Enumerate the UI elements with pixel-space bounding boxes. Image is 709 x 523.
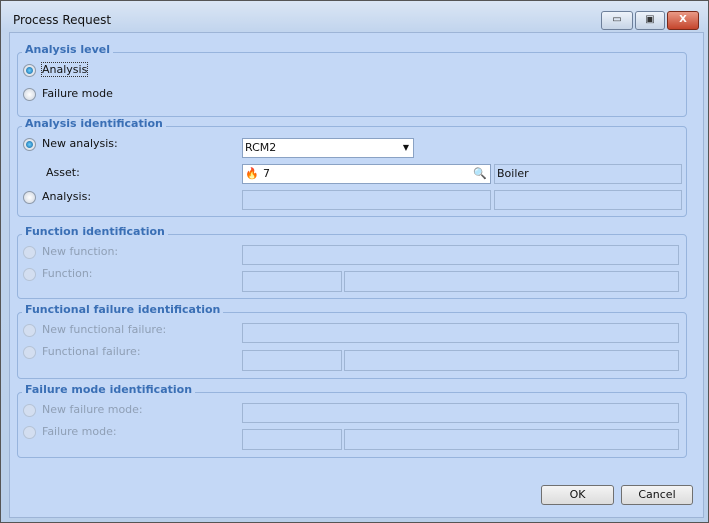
- failure-mode-label: Failure mode:: [42, 425, 117, 438]
- group-title: Analysis identification: [22, 117, 166, 130]
- group-title: Failure mode identification: [22, 383, 196, 396]
- analysis-radio[interactable]: [23, 64, 36, 77]
- new-functional-failure-label: New functional failure:: [42, 323, 167, 336]
- new-failure-mode-label: New failure mode:: [42, 403, 143, 416]
- failure-mode-existing-radio[interactable]: [23, 426, 36, 439]
- functional-failure-name-field: [344, 350, 679, 371]
- new-function-radio[interactable]: [23, 246, 36, 259]
- asset-name-field: Boiler: [494, 164, 682, 184]
- chevron-down-icon[interactable]: ▼: [403, 139, 409, 157]
- analysis-radio-label[interactable]: Analysis: [40, 62, 89, 77]
- failure-mode-code-field[interactable]: [242, 429, 342, 450]
- functional-failure-radio[interactable]: [23, 346, 36, 359]
- failure-mode-name-field: [344, 429, 679, 450]
- window-title: Process Request: [13, 13, 112, 27]
- process-request-dialog: Process Request ▭ ▣ X Analysis level Ana…: [0, 0, 709, 523]
- new-analysis-label: New analysis:: [42, 137, 118, 150]
- asset-input[interactable]: 🔥 7 🔍: [242, 164, 491, 184]
- new-failure-mode-field[interactable]: [242, 403, 679, 423]
- group-title: Function identification: [22, 225, 168, 238]
- analysis-name-field: [494, 190, 682, 210]
- group-title: Functional failure identification: [22, 303, 224, 316]
- failure-mode-radio-label[interactable]: Failure mode: [42, 87, 113, 100]
- cancel-button[interactable]: Cancel: [621, 485, 693, 505]
- function-code-field[interactable]: [242, 271, 342, 292]
- function-name-field: [344, 271, 679, 292]
- analysis-level-group: [17, 52, 687, 117]
- analysis-label: Analysis:: [42, 190, 92, 203]
- new-functional-failure-field[interactable]: [242, 323, 679, 343]
- minimize-button[interactable]: ▭: [601, 11, 633, 30]
- new-function-label: New function:: [42, 245, 119, 258]
- group-title: Analysis level: [22, 43, 114, 56]
- failure-mode-radio[interactable]: [23, 88, 36, 101]
- function-radio[interactable]: [23, 268, 36, 281]
- functional-failure-code-field[interactable]: [242, 350, 342, 371]
- asset-label: Asset:: [46, 166, 80, 179]
- maximize-button[interactable]: ▣: [635, 11, 665, 30]
- new-function-field[interactable]: [242, 245, 679, 265]
- new-analysis-radio[interactable]: [23, 138, 36, 151]
- new-functional-failure-radio[interactable]: [23, 324, 36, 337]
- analysis-field[interactable]: [242, 190, 491, 210]
- asset-value: 7: [263, 167, 270, 180]
- new-failure-mode-radio[interactable]: [23, 404, 36, 417]
- close-button[interactable]: X: [667, 11, 699, 30]
- new-analysis-combobox[interactable]: RCM2 ▼: [242, 138, 414, 158]
- functional-failure-label: Functional failure:: [42, 345, 141, 358]
- ok-button[interactable]: OK: [541, 485, 614, 505]
- search-icon[interactable]: 🔍: [473, 165, 487, 183]
- fire-icon: 🔥: [245, 167, 259, 180]
- analysis-existing-radio[interactable]: [23, 191, 36, 204]
- combobox-value: RCM2: [245, 141, 277, 154]
- function-label: Function:: [42, 267, 93, 280]
